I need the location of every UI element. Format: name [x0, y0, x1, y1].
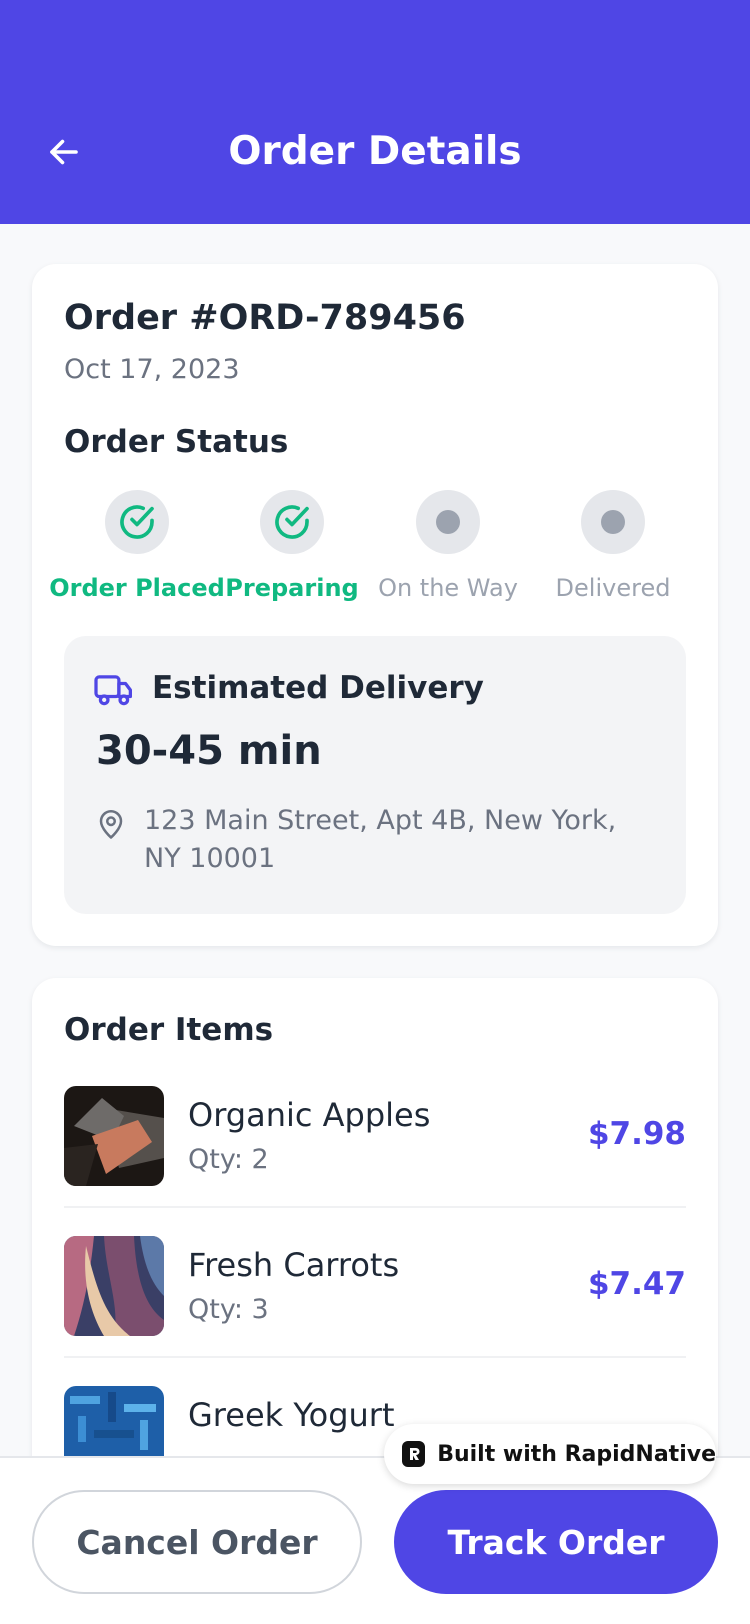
- step-label: Delivered: [555, 574, 671, 602]
- badge-label: Built with RapidNative: [437, 1441, 716, 1467]
- step-label: On the Way: [378, 574, 518, 602]
- order-date: Oct 17, 2023: [64, 354, 240, 385]
- status-step-delivered: Delivered: [523, 490, 703, 610]
- item-name: Fresh Carrots: [188, 1246, 400, 1284]
- delivery-eta: 30-45 min: [96, 728, 322, 774]
- app-header: Order Details: [0, 0, 750, 224]
- step-label: Order Placed: [49, 574, 225, 602]
- product-image: [64, 1236, 164, 1336]
- check-circle-icon: [120, 505, 154, 539]
- list-item[interactable]: Organic Apples Qty: 2 $7.98: [64, 1058, 686, 1208]
- item-price: $7.47: [587, 1266, 686, 1302]
- product-image: [64, 1086, 164, 1186]
- item-quantity: Qty: 3: [188, 1294, 269, 1325]
- step-circle: [105, 490, 169, 554]
- status-step-preparing: Preparing: [202, 490, 382, 610]
- item-name: Greek Yogurt: [188, 1396, 395, 1434]
- estimated-delivery-box: Estimated Delivery 30-45 min 123 Main St…: [64, 636, 686, 914]
- map-pin-icon: [99, 810, 123, 839]
- order-items-heading: Order Items: [64, 1012, 274, 1048]
- check-circle-icon: [275, 505, 309, 539]
- order-status-tracker: Order Placed Preparing On the Way Delive…: [32, 490, 718, 610]
- step-circle: [581, 490, 645, 554]
- item-quantity: Qty: 2: [188, 1144, 269, 1175]
- cancel-order-button[interactable]: Cancel Order: [32, 1490, 362, 1594]
- page-title: Order Details: [228, 129, 522, 174]
- step-circle: [416, 490, 480, 554]
- step-circle: [260, 490, 324, 554]
- dot-icon: [436, 510, 460, 534]
- rapidnative-logo-icon: [402, 1441, 426, 1467]
- order-status-heading: Order Status: [64, 424, 289, 460]
- step-label: Preparing: [225, 574, 359, 602]
- item-name: Organic Apples: [188, 1096, 431, 1134]
- status-step-order-placed: Order Placed: [47, 490, 227, 610]
- truck-icon: [94, 675, 132, 706]
- order-number: Order #ORD-789456: [64, 298, 466, 338]
- built-with-badge[interactable]: Built with RapidNative: [384, 1424, 716, 1484]
- order-summary-card: Order #ORD-789456 Oct 17, 2023 Order Sta…: [32, 264, 718, 946]
- item-price: $7.98: [587, 1116, 686, 1152]
- track-order-button[interactable]: Track Order: [394, 1490, 718, 1594]
- delivery-address: 123 Main Street, Apt 4B, New York, NY 10…: [144, 805, 617, 874]
- estimated-delivery-label: Estimated Delivery: [152, 670, 484, 706]
- list-item[interactable]: Fresh Carrots Qty: 3 $7.47: [64, 1208, 686, 1358]
- status-step-on-the-way: On the Way: [358, 490, 538, 610]
- dot-icon: [601, 510, 625, 534]
